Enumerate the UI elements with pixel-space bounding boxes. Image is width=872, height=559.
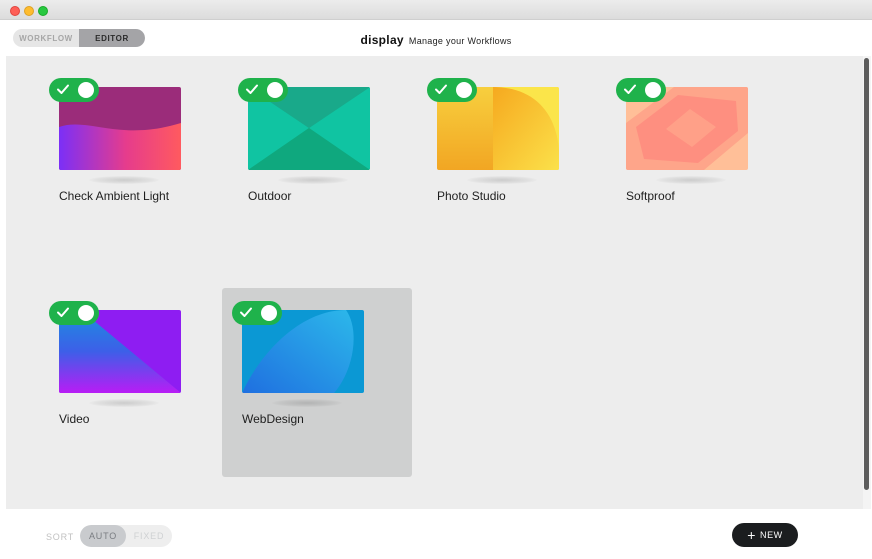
checkmark-icon <box>246 84 258 94</box>
thumbnail-shadow <box>656 176 726 184</box>
workflow-card-webdesign[interactable]: WebDesign <box>222 288 412 477</box>
enable-toggle[interactable] <box>238 78 288 102</box>
workflow-name: WebDesign <box>242 412 304 426</box>
workflow-card-softproof[interactable]: Softproof <box>606 56 796 245</box>
sort-label: SORT <box>46 532 75 542</box>
app-tagline: Manage your Workflows <box>408 36 512 46</box>
checkmark-icon <box>57 307 69 317</box>
toggle-knob <box>78 82 94 98</box>
toggle-knob <box>267 82 283 98</box>
enable-toggle[interactable] <box>49 301 99 325</box>
sort-auto-option[interactable]: AUTO <box>80 525 126 547</box>
app-name: display <box>360 33 404 47</box>
new-workflow-button[interactable]: + NEW <box>732 523 798 547</box>
workflow-name: Photo Studio <box>437 189 506 203</box>
new-button-label: NEW <box>759 530 783 540</box>
checkmark-icon <box>435 84 447 94</box>
app-header: WORKFLOW EDITOR display Manage your Workf… <box>0 20 872 56</box>
zoom-window-button[interactable] <box>38 6 48 16</box>
thumbnail-shadow <box>272 399 342 407</box>
sort-fixed-option[interactable]: FIXED <box>126 525 172 547</box>
enable-toggle[interactable] <box>616 78 666 102</box>
enable-toggle[interactable] <box>232 301 282 325</box>
scrollbar-thumb[interactable] <box>864 58 869 490</box>
workflow-name: Softproof <box>626 189 675 203</box>
thumbnail-shadow <box>89 399 159 407</box>
thumbnail-shadow <box>89 176 159 184</box>
footer-bar: SORT AUTO FIXED + NEW <box>0 509 872 559</box>
thumbnail-shadow <box>467 176 537 184</box>
thumbnail-shadow <box>278 176 348 184</box>
toggle-knob <box>261 305 277 321</box>
workflow-name: Check Ambient Light <box>59 189 170 203</box>
workflow-card-check-ambient-light[interactable]: Check Ambient Light <box>39 56 229 245</box>
plus-icon: + <box>747 527 756 543</box>
workflow-name: Video <box>59 412 90 426</box>
toggle-knob <box>78 305 94 321</box>
checkmark-icon <box>240 307 252 317</box>
checkmark-icon <box>57 84 69 94</box>
workflow-card-outdoor[interactable]: Outdoor <box>228 56 418 245</box>
toggle-knob <box>645 82 661 98</box>
checkmark-icon <box>624 84 636 94</box>
close-window-button[interactable] <box>10 6 20 16</box>
workflow-name: Outdoor <box>248 189 292 203</box>
enable-toggle[interactable] <box>49 78 99 102</box>
toggle-knob <box>456 82 472 98</box>
workflow-grid: Check Ambient Light Outdoor Photo Studio… <box>6 56 863 509</box>
enable-toggle[interactable] <box>427 78 477 102</box>
workflow-card-video[interactable]: Video <box>39 279 229 468</box>
sort-switch: AUTO FIXED <box>80 525 172 547</box>
workflow-card-photo-studio[interactable]: Photo Studio <box>417 56 607 245</box>
window-titlebar <box>0 0 872 20</box>
app-title: display Manage your Workflows <box>0 31 872 49</box>
minimize-window-button[interactable] <box>24 6 34 16</box>
